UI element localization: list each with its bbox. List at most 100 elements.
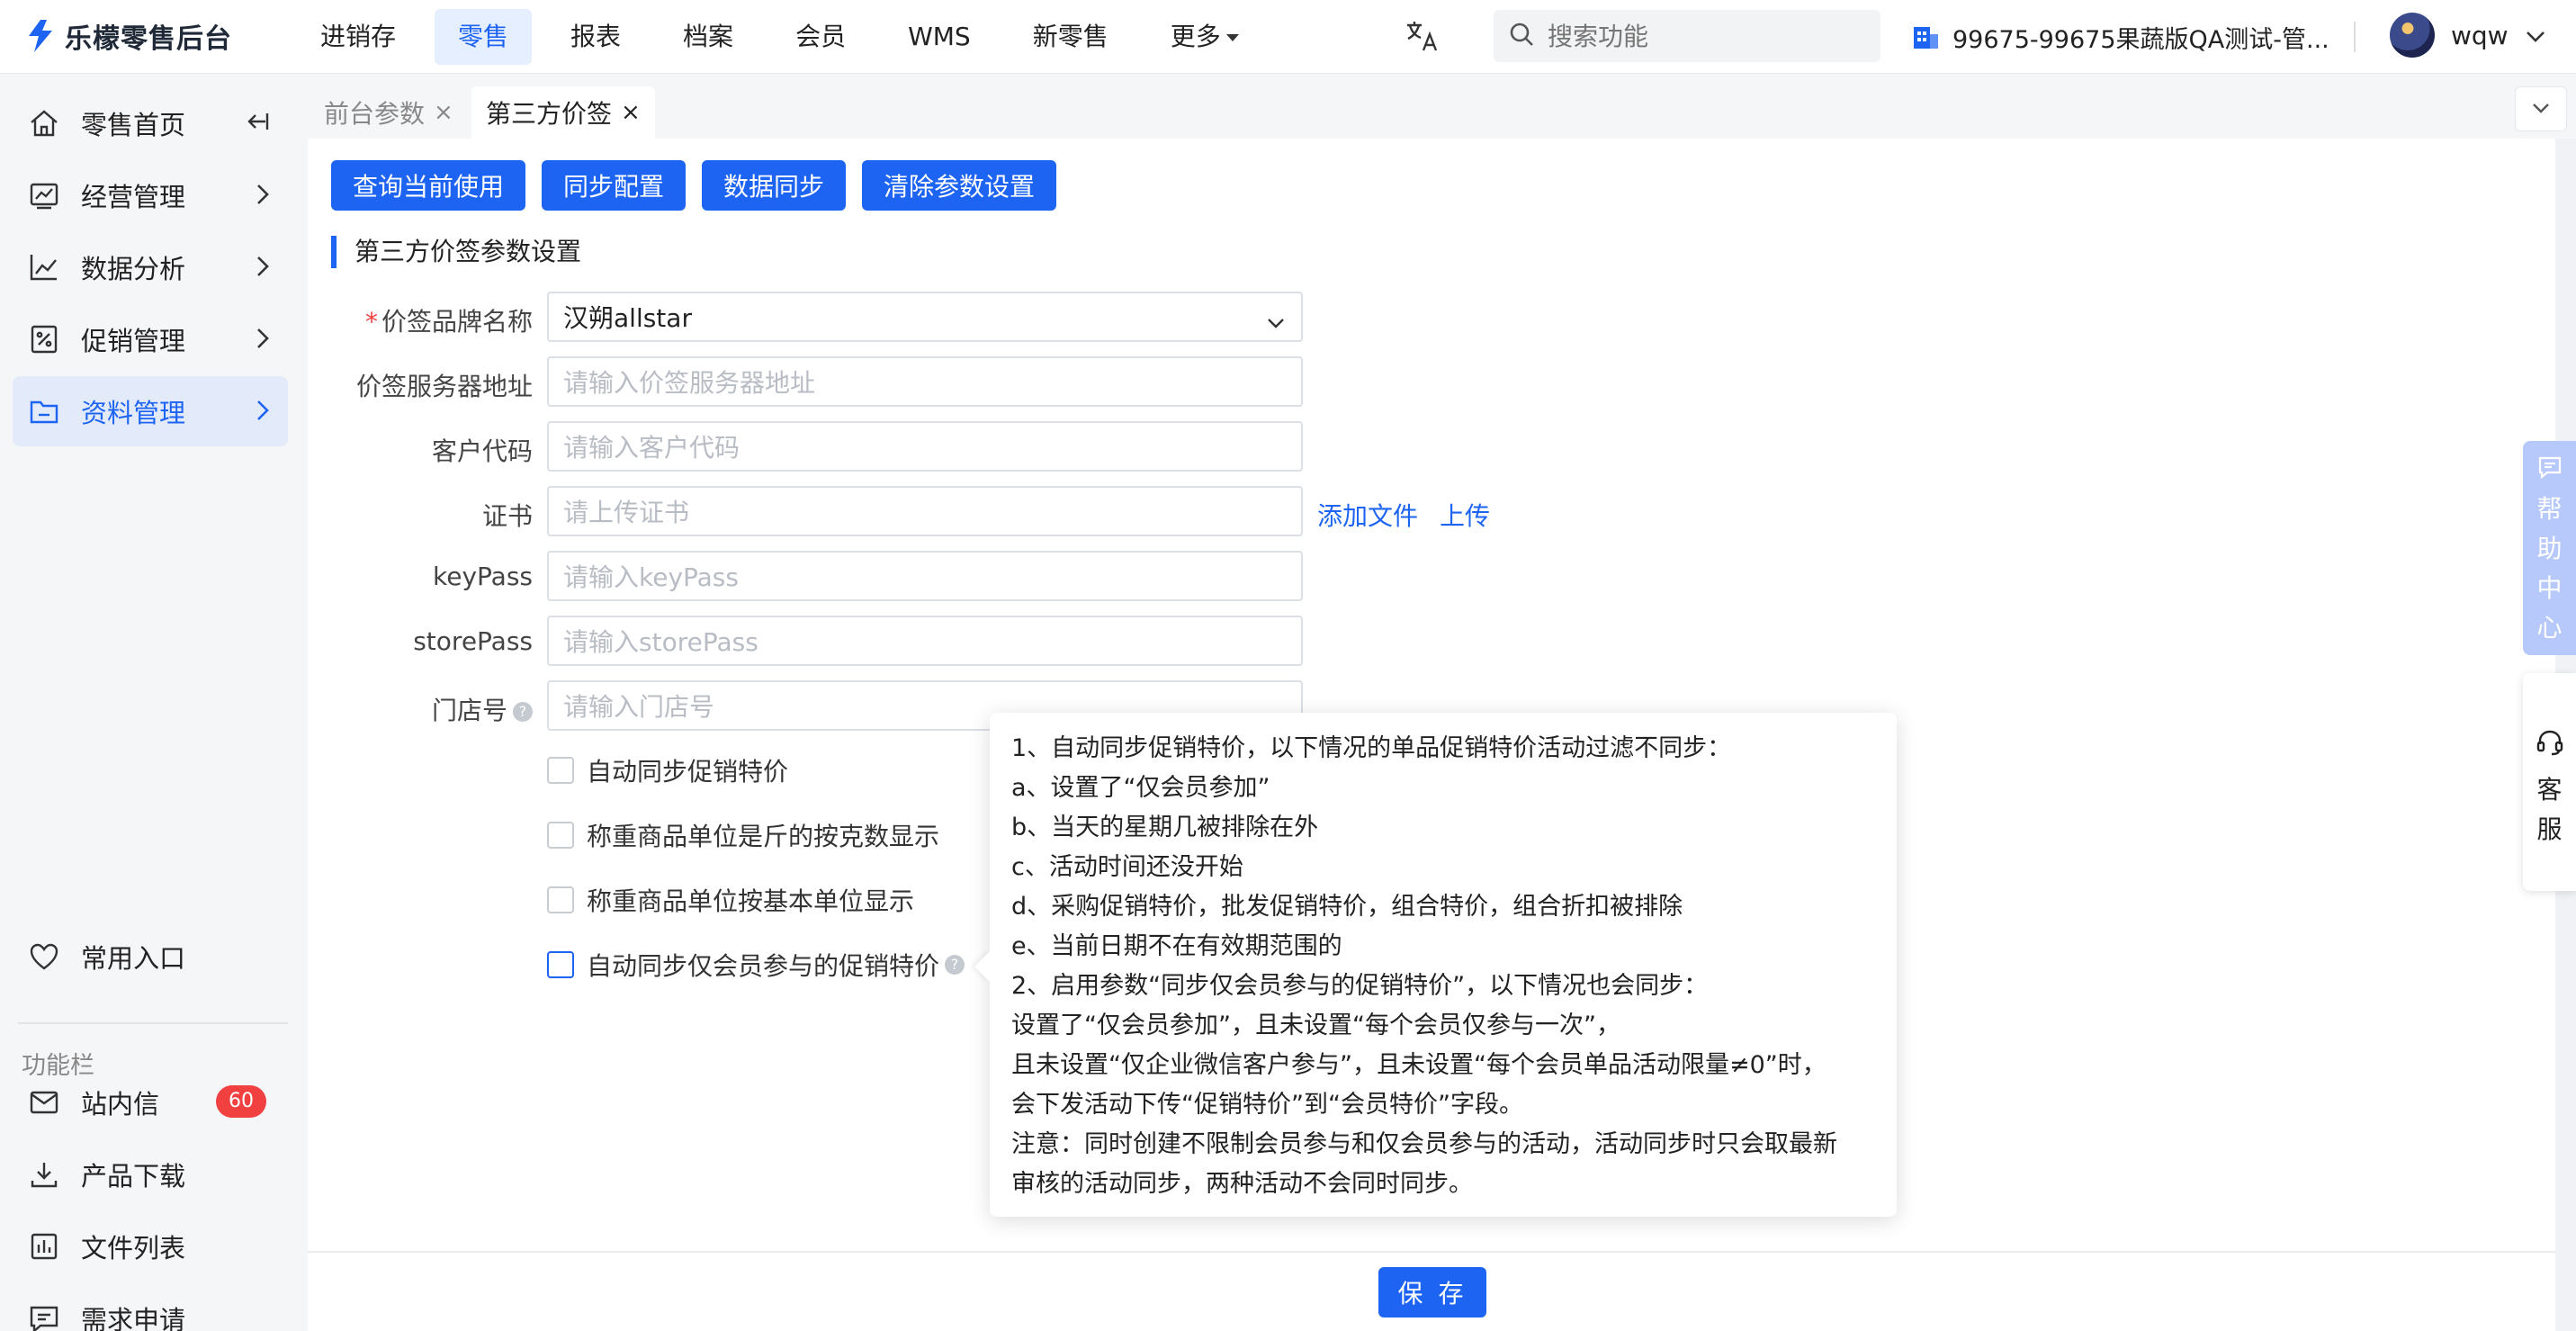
keypass-input[interactable]: 请输入keyPass: [547, 551, 1303, 601]
help-center-button[interactable]: 帮 助 中 心: [2523, 441, 2576, 655]
sidebar-item-messages[interactable]: 站内信 60: [13, 1067, 288, 1138]
nav-item-reports[interactable]: 报表: [547, 9, 644, 65]
nav-item-more[interactable]: 更多: [1147, 9, 1262, 65]
help-icon[interactable]: ?: [513, 702, 533, 722]
sidebar-item-data-analysis[interactable]: 数据分析: [13, 232, 288, 302]
check-weight-base-unit[interactable]: 称重商品单位按基本单位显示: [547, 882, 914, 918]
check-auto-sync-promo[interactable]: 自动同步促销特价: [547, 752, 788, 788]
search-input[interactable]: [1548, 21, 1853, 51]
tooltip-line: 审核的活动同步，两种活动不会同时同步。: [1011, 1170, 1473, 1198]
tooltip-line: e、当前日期不在有效期范围的: [1011, 932, 1342, 960]
sidebar-item-file-list[interactable]: 文件列表: [13, 1211, 288, 1282]
chevron-down-icon: [1265, 308, 1287, 337]
form-row-keypass: keyPass 请输入keyPass: [308, 551, 2107, 601]
translate-icon[interactable]: [1404, 18, 1440, 54]
checkbox[interactable]: [547, 822, 574, 849]
tooltip-line: b、当天的星期几被排除在外: [1011, 814, 1319, 841]
customer-label: 客户代码: [431, 436, 533, 466]
sidebar-item-label: 经营管理: [81, 182, 186, 212]
user-name: wqw: [2451, 20, 2509, 50]
logo-text: 乐檬零售后台: [65, 23, 232, 55]
tabs-menu-button[interactable]: [2515, 86, 2567, 131]
tab-third-party-label[interactable]: 第三方价签 ×: [471, 86, 655, 139]
upload-link[interactable]: 上传: [1440, 497, 1490, 533]
sidebar-item-data-management[interactable]: 资料管理: [13, 376, 288, 446]
dashboard-icon: [27, 178, 61, 212]
sidebar-item-promotions[interactable]: 促销管理: [13, 304, 288, 374]
tooltip-line: 2、启用参数“同步仅会员参与的促销特价”，以下情况也会同步：: [1011, 972, 1709, 1000]
sidebar: 零售首页 经营管理 数据分析 促销管理 资料管理 常用入口 功能栏 站内信 60…: [0, 74, 308, 1331]
avatar: [2390, 13, 2435, 58]
server-label: 价签服务器地址: [355, 372, 533, 401]
nav-item-archives[interactable]: 档案: [660, 9, 757, 65]
sync-config-button[interactable]: 同步配置: [542, 160, 687, 211]
search-icon: [1508, 21, 1535, 51]
nav-item-members[interactable]: 会员: [772, 9, 869, 65]
collapse-sidebar-icon[interactable]: [243, 108, 270, 141]
tooltip-line: 注意：同时创建不限制会员参与和仅会员参与的活动，活动同步时只会取最新: [1011, 1130, 1837, 1158]
tooltip-line: a、设置了“仅会员参加”: [1011, 774, 1270, 802]
caret-down-icon: [1225, 34, 1239, 41]
promotion-icon: [27, 322, 61, 356]
nav-item-wms[interactable]: WMS: [884, 9, 994, 65]
tooltip-line: 设置了“仅会员参加”，且未设置“每个会员仅参与一次”，: [1011, 1012, 1620, 1039]
clear-params-button[interactable]: 清除参数设置: [862, 160, 1057, 211]
chevron-down-icon: [2531, 101, 2551, 118]
checkbox[interactable]: [547, 886, 574, 913]
customer-service-button[interactable]: 客 服: [2523, 673, 2576, 891]
customer-code-input[interactable]: 请输入客户代码: [547, 421, 1303, 472]
unread-badge: 60: [216, 1085, 266, 1118]
sidebar-item-label: 需求申请: [81, 1305, 186, 1331]
request-icon: [27, 1301, 61, 1331]
logo[interactable]: 乐檬零售后台: [25, 16, 232, 56]
tooltip-line: d、采购促销特价，批发促销特价，组合特价，组合折扣被排除: [1011, 893, 1683, 921]
data-sync-button[interactable]: 数据同步: [702, 160, 847, 211]
brand-label: * 价签品牌名称: [364, 307, 533, 337]
sidebar-item-downloads[interactable]: 产品下载: [13, 1139, 288, 1210]
line-chart-icon: [27, 250, 61, 284]
chevron-right-icon: [256, 326, 270, 357]
form-row-storepass: storePass 请输入storePass: [308, 616, 2107, 666]
brand-select[interactable]: 汉朔allstar: [547, 292, 1303, 342]
form-row-cert: 证书 请上传证书 添加文件 上传: [308, 486, 2107, 536]
tab-front-params[interactable]: 前台参数 ×: [310, 86, 468, 139]
cert-input[interactable]: 请上传证书: [547, 486, 1303, 536]
folder-icon: [27, 394, 61, 428]
nav-item-new-retail[interactable]: 新零售: [1010, 9, 1132, 65]
server-input[interactable]: 请输入价签服务器地址: [547, 356, 1303, 407]
help-icon[interactable]: ?: [945, 955, 965, 975]
check-weight-jin-gram[interactable]: 称重商品单位是斤的按克数显示: [547, 817, 939, 853]
help-tooltip: 1、自动同步促销特价，以下情况的单品促销特价活动过滤不同步： a、设置了“仅会员…: [974, 713, 1897, 1217]
form-row-customer: 客户代码 请输入客户代码: [308, 421, 2107, 472]
sidebar-divider: [18, 1022, 288, 1024]
tooltip-line: 且未设置“仅企业微信客户参与”，且未设置“每个会员单品活动限量≠0”时，: [1011, 1051, 1827, 1079]
home-icon: [27, 106, 61, 140]
tooltip-line: 会下发活动下传“促销特价”到“会员特价”字段。: [1011, 1091, 1523, 1119]
query-current-button[interactable]: 查询当前使用: [331, 160, 526, 211]
sidebar-item-operations[interactable]: 经营管理: [13, 160, 288, 230]
checkbox[interactable]: [547, 951, 574, 978]
save-button[interactable]: 保 存: [1378, 1267, 1486, 1318]
sidebar-item-retail-home[interactable]: 零售首页: [13, 88, 288, 158]
sidebar-item-label: 产品下载: [81, 1161, 186, 1192]
store-selector[interactable]: 99675-99675果蔬版QA测试-管...: [1911, 20, 2329, 55]
nav-item-inventory[interactable]: 进销存: [297, 9, 419, 65]
keypass-label: keyPass: [433, 562, 533, 591]
section-title: 第三方价签参数设置: [331, 236, 581, 268]
storepass-label: storePass: [413, 626, 533, 656]
sidebar-item-requests[interactable]: 需求申请: [13, 1283, 288, 1331]
add-file-link[interactable]: 添加文件: [1317, 497, 1418, 533]
store-name: 99675-99675果蔬版QA测试-管...: [1952, 26, 2329, 54]
close-icon[interactable]: ×: [621, 99, 641, 126]
check-sync-member-promo[interactable]: 自动同步仅会员参与的促销特价 ?: [547, 947, 965, 983]
store-icon: [1911, 23, 1940, 52]
storepass-input[interactable]: 请输入storePass: [547, 616, 1303, 666]
chevron-right-icon: [256, 398, 270, 429]
sidebar-favorites[interactable]: 常用入口: [13, 922, 288, 992]
checkbox[interactable]: [547, 757, 574, 784]
search-box[interactable]: [1494, 10, 1880, 62]
user-menu[interactable]: wqw: [2390, 13, 2546, 58]
close-icon[interactable]: ×: [434, 99, 453, 126]
nav-item-retail[interactable]: 零售: [435, 9, 533, 65]
tooltip-line: c、活动时间还没开始: [1011, 853, 1243, 881]
